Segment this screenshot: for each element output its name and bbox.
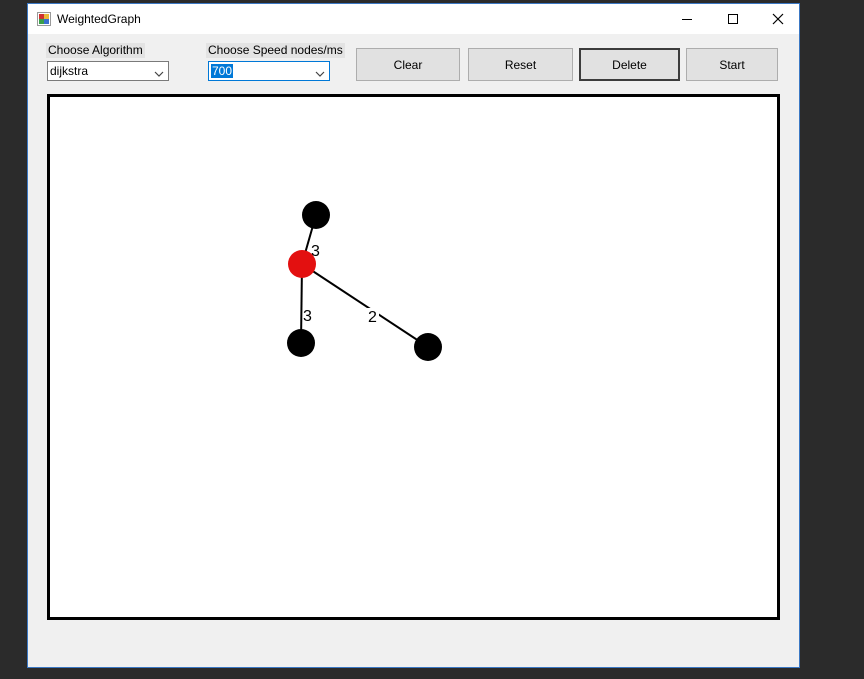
maximize-icon [728, 14, 738, 24]
edge-weight-label: 2 [368, 309, 377, 326]
speed-label: Choose Speed nodes/ms [206, 43, 345, 58]
graph-node[interactable] [287, 329, 315, 357]
graph-svg: 3 3 2 [287, 201, 442, 361]
graph-node[interactable] [302, 201, 330, 229]
close-icon [772, 13, 784, 25]
reset-button[interactable]: Reset [468, 48, 573, 81]
nodes [287, 201, 442, 361]
speed-select[interactable]: 700 [208, 61, 330, 81]
maximize-button[interactable] [710, 4, 756, 34]
delete-button[interactable]: Delete [579, 48, 680, 81]
chevron-down-icon [154, 67, 164, 81]
chevron-down-icon [315, 67, 325, 81]
app-window: WeightedGraph Choose Algorithm dijkstra … [27, 3, 800, 668]
clear-button[interactable]: Clear [356, 48, 460, 81]
graph-node[interactable] [414, 333, 442, 361]
edge-weight-label: 3 [303, 308, 312, 325]
start-button[interactable]: Start [686, 48, 778, 81]
close-button[interactable] [755, 4, 801, 34]
algorithm-label: Choose Algorithm [46, 43, 145, 58]
algorithm-value: dijkstra [50, 64, 89, 78]
edge-weights: 3 3 2 [303, 243, 379, 326]
algorithm-select[interactable]: dijkstra [47, 61, 169, 81]
graph-node-source[interactable] [288, 250, 316, 278]
minimize-icon [682, 19, 692, 20]
minimize-button[interactable] [664, 4, 710, 34]
title-bar[interactable]: WeightedGraph [28, 4, 799, 34]
speed-value: 700 [211, 64, 234, 78]
window-title: WeightedGraph [57, 12, 141, 26]
edges [300, 214, 429, 348]
graph-canvas[interactable]: 3 3 2 [47, 94, 780, 620]
app-icon [37, 12, 51, 26]
graph-edge [301, 263, 429, 348]
